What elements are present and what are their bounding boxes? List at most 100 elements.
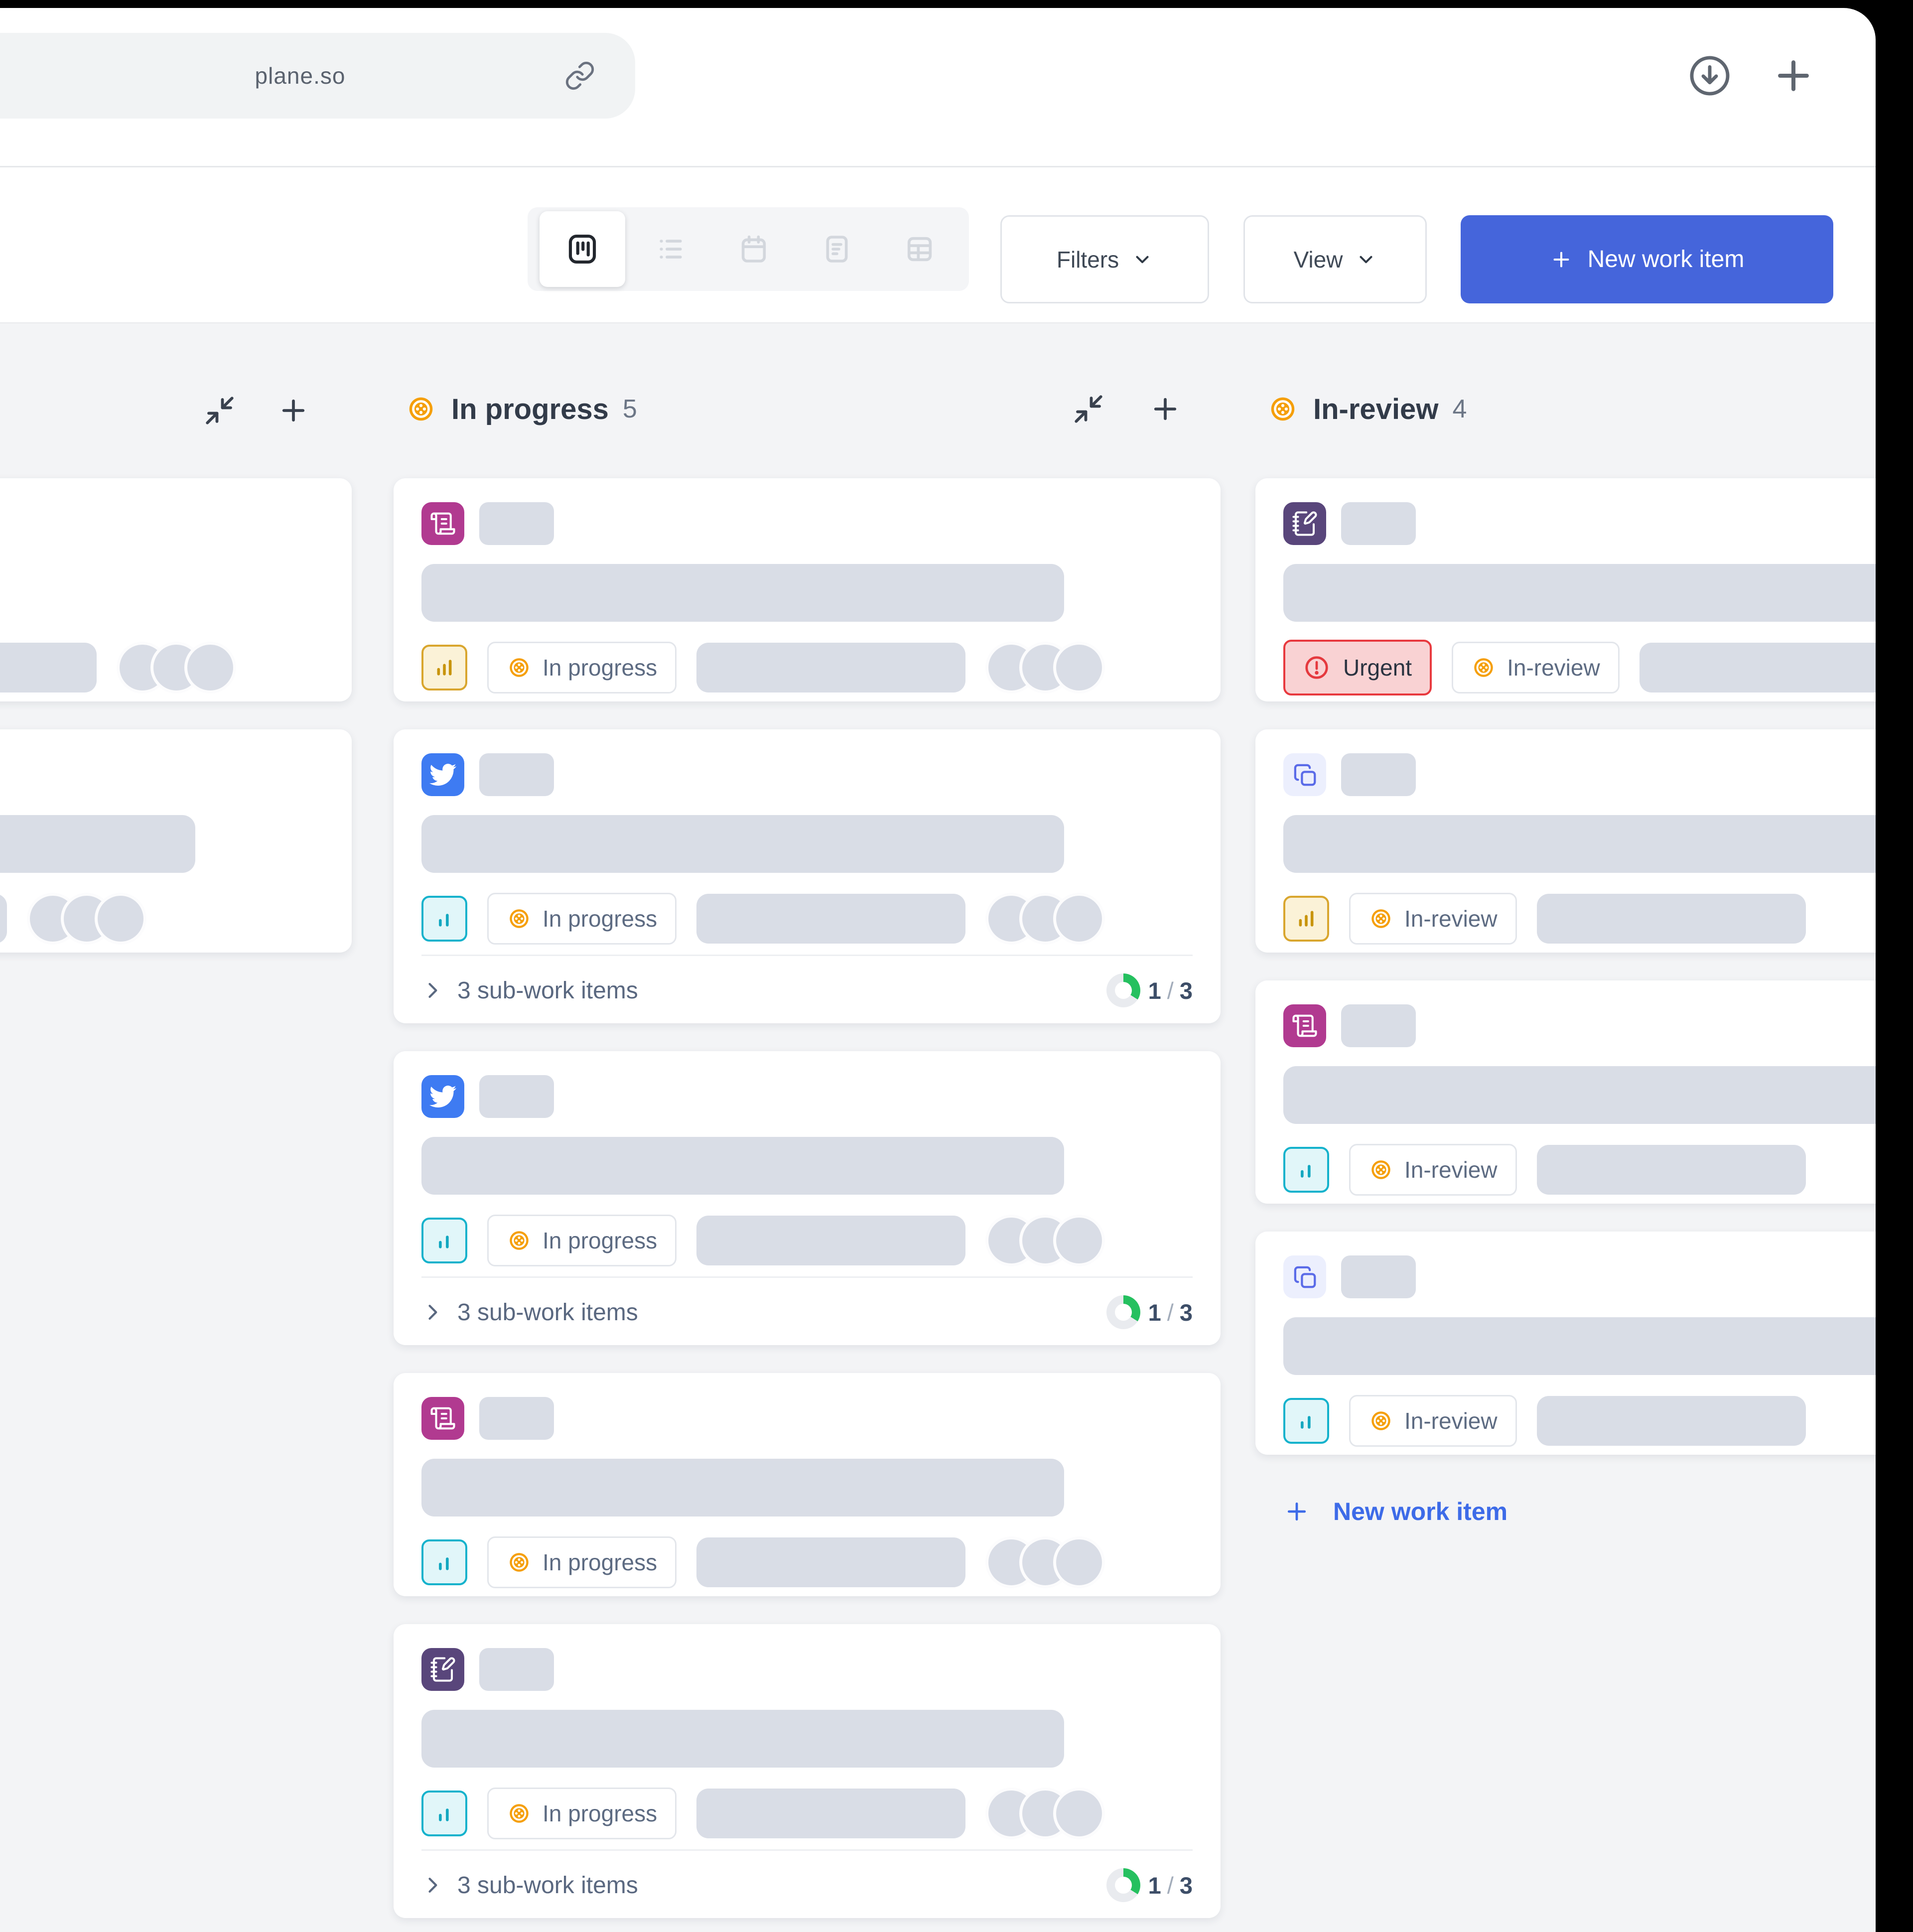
dove-type-icon (421, 1075, 464, 1118)
chevron-right-icon[interactable] (421, 979, 443, 1001)
sub-work-items-row[interactable]: 3 sub-work items 1/3 (421, 966, 1193, 1014)
title-skeleton (1283, 1066, 1876, 1124)
table-view-button[interactable] (882, 211, 957, 287)
state-badge[interactable]: In progress (487, 893, 677, 945)
state-badge[interactable]: In progress (487, 1788, 677, 1839)
avatar (184, 642, 236, 693)
avatar-group[interactable] (985, 642, 1105, 693)
id-skeleton (479, 1397, 554, 1440)
column-count: 4 (1452, 394, 1467, 424)
page-header: Filters View New work item (0, 166, 1876, 323)
layout-switcher (528, 207, 969, 291)
id-skeleton (1341, 1004, 1416, 1047)
scroll-type-icon (421, 502, 464, 545)
work-item-card[interactable]: In progress 3 sub-work items 1/3 (394, 729, 1221, 1023)
kanban-board: In progress 5 In-review 4 In progress (0, 323, 1876, 1932)
meta-skeleton (696, 1216, 965, 1265)
column-header-in-review: In-review 4 (1255, 389, 1876, 429)
work-item-card[interactable]: In progress (394, 1373, 1221, 1596)
new-work-item-button[interactable]: New work item (1461, 215, 1833, 303)
work-item-card[interactable]: In progress (0, 478, 352, 701)
priority-icon[interactable] (421, 1539, 467, 1585)
chevron-right-icon[interactable] (421, 1874, 443, 1896)
collapse-column-icon[interactable] (1072, 393, 1105, 425)
meta-skeleton (696, 894, 965, 944)
chevron-right-icon[interactable] (421, 1301, 443, 1323)
download-icon[interactable] (1687, 53, 1733, 99)
id-skeleton (479, 1075, 554, 1118)
sub-work-items-label: 3 sub-work items (457, 977, 638, 1004)
avatar (1053, 642, 1105, 693)
view-button[interactable]: View (1243, 215, 1427, 303)
work-item-card[interactable]: In progress 3 sub-work items 1/3 (394, 1051, 1221, 1345)
add-work-item-icon[interactable] (1149, 393, 1182, 425)
avatar (1053, 1536, 1105, 1588)
notebook-pen-type-icon (1283, 502, 1326, 545)
collapse-column-icon[interactable] (203, 394, 236, 427)
avatar (1053, 1215, 1105, 1266)
id-skeleton (479, 1648, 554, 1691)
new-tab-icon[interactable] (1771, 53, 1816, 99)
title-skeleton (421, 815, 1064, 873)
avatar-group[interactable] (117, 642, 236, 693)
id-skeleton (479, 753, 554, 796)
work-item-card[interactable]: In-review (1255, 1232, 1876, 1455)
add-work-item-icon[interactable] (277, 394, 310, 427)
link-icon[interactable] (564, 60, 595, 91)
sub-work-items-row[interactable]: 3 sub-work items 1/3 (421, 1861, 1193, 1909)
state-badge[interactable]: In-review (1452, 642, 1620, 693)
sheet-view-button[interactable] (800, 211, 874, 287)
state-badge[interactable]: In progress (487, 1215, 677, 1266)
priority-icon[interactable] (421, 645, 467, 690)
column-title: In progress (451, 393, 609, 426)
title-skeleton (421, 1459, 1064, 1517)
work-item-card[interactable]: Urgent In-review (1255, 478, 1876, 701)
copies-type-icon (1283, 1255, 1326, 1298)
work-item-card[interactable]: In-review (1255, 980, 1876, 1204)
title-skeleton (421, 1710, 1064, 1768)
priority-icon[interactable] (421, 896, 467, 942)
avatar-group[interactable] (985, 1788, 1105, 1839)
state-badge[interactable]: In progress (487, 642, 677, 693)
kanban-view-button[interactable] (540, 211, 625, 287)
avatar-group[interactable] (985, 1536, 1105, 1588)
plus-icon (1283, 1498, 1310, 1525)
work-item-card[interactable]: In progress (394, 478, 1221, 701)
id-skeleton (1341, 1255, 1416, 1298)
calendar-view-button[interactable] (716, 211, 791, 287)
new-work-item-link[interactable]: New work item (1283, 1497, 1507, 1526)
priority-icon[interactable] (1283, 896, 1329, 942)
priority-icon[interactable] (421, 1791, 467, 1836)
urgent-priority-badge[interactable]: Urgent (1283, 640, 1432, 695)
filters-button[interactable]: Filters (1000, 215, 1209, 303)
title-skeleton (1283, 564, 1876, 622)
column-count: 5 (623, 394, 637, 424)
state-badge[interactable]: In-review (1349, 1395, 1517, 1447)
sub-work-items-row[interactable]: 3 sub-work items 1/3 (421, 1288, 1193, 1336)
avatar (95, 893, 146, 945)
copies-type-icon (1283, 753, 1326, 796)
state-badge[interactable]: In progress (487, 1536, 677, 1588)
state-badge[interactable]: In-review (1349, 893, 1517, 945)
work-item-card[interactable]: In progress (0, 729, 352, 953)
work-item-card[interactable]: In progress 3 sub-work items 1/3 (394, 1624, 1221, 1918)
work-item-card[interactable]: In-review (1255, 729, 1876, 953)
priority-icon[interactable] (1283, 1147, 1329, 1193)
dove-type-icon (421, 753, 464, 796)
sub-work-items-label: 3 sub-work items (457, 1872, 638, 1899)
address-bar[interactable]: plane.so (0, 33, 635, 119)
alert-icon (1303, 654, 1330, 681)
divider (421, 955, 1193, 956)
id-skeleton (479, 502, 554, 545)
priority-icon[interactable] (1283, 1398, 1329, 1444)
progress-donut (1106, 1868, 1140, 1902)
priority-icon[interactable] (421, 1218, 467, 1263)
avatar-group[interactable] (27, 893, 146, 945)
avatar-group[interactable] (985, 1215, 1105, 1266)
meta-skeleton (0, 894, 7, 944)
state-badge[interactable]: In-review (1349, 1144, 1517, 1196)
meta-skeleton (0, 643, 97, 692)
progress-donut (1106, 973, 1140, 1007)
avatar-group[interactable] (985, 893, 1105, 945)
list-view-button[interactable] (634, 211, 708, 287)
